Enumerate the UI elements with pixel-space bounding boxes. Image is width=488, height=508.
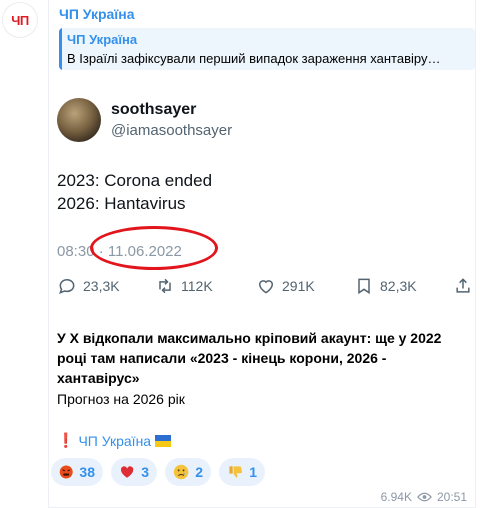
thumbs-down-icon bbox=[229, 466, 243, 478]
reply-accent-bar bbox=[59, 28, 62, 70]
tweet-time: 08:30 bbox=[57, 243, 95, 260]
replies-count: 23,3K bbox=[83, 278, 120, 294]
exclamation-icon: ❗ bbox=[57, 432, 75, 448]
heart-icon bbox=[258, 280, 274, 294]
message-bubble: ЧП Україна ЧП Україна В Ізраїлі зафіксув… bbox=[48, 0, 476, 508]
tweet-text-line-1: 2023: Corona ended bbox=[57, 171, 213, 190]
reaction-count: 1 bbox=[249, 464, 257, 480]
ukraine-flag-icon bbox=[155, 434, 172, 447]
reaction-angry[interactable]: 38 bbox=[51, 458, 103, 486]
red-circle-annotation bbox=[90, 226, 218, 270]
views-count: 6.94K bbox=[380, 490, 412, 504]
tweet-likes: 291K bbox=[256, 276, 315, 296]
reaction-count: 38 bbox=[79, 464, 95, 480]
reaction-thumbs-down[interactable]: 1 bbox=[219, 458, 265, 486]
channel-signature[interactable]: ❗ ЧП Україна bbox=[57, 432, 172, 449]
channel-avatar[interactable]: ЧП bbox=[2, 2, 38, 38]
angry-face-icon bbox=[59, 465, 73, 479]
tweet-retweets: 112K bbox=[155, 276, 213, 296]
message-meta: 6.94K 20:51 bbox=[381, 490, 467, 504]
tweet-action-bar: 23,3K 112K 291K 82,3K bbox=[57, 276, 475, 298]
channel-name[interactable]: ЧП Україна bbox=[59, 6, 135, 22]
tweet-avatar bbox=[57, 98, 101, 142]
crying-face-icon bbox=[173, 464, 189, 480]
tweet-share bbox=[453, 276, 473, 296]
retweet-icon bbox=[159, 278, 171, 294]
tweet-bookmarks: 82,3K bbox=[354, 276, 417, 296]
reply-icon bbox=[59, 278, 75, 294]
reply-quote[interactable]: ЧП Україна В Ізраїлі зафіксували перший … bbox=[59, 28, 475, 70]
eye-icon bbox=[417, 492, 432, 502]
likes-count: 291K bbox=[282, 278, 315, 294]
reaction-cry[interactable]: 2 bbox=[165, 458, 211, 486]
reply-text: В Ізраїлі зафіксували перший випадок зар… bbox=[67, 51, 441, 66]
reply-title: ЧП Україна bbox=[67, 32, 138, 47]
bookmarks-count: 82,3K bbox=[380, 278, 417, 294]
signature-text[interactable]: ЧП Україна bbox=[78, 433, 151, 449]
reaction-count: 2 bbox=[195, 464, 203, 480]
reaction-count: 3 bbox=[141, 464, 149, 480]
reaction-heart[interactable]: 3 bbox=[111, 458, 157, 486]
share-icon bbox=[456, 278, 470, 293]
retweets-count: 112K bbox=[181, 278, 213, 294]
post-text: У Х відкопали максимально кріповий акаун… bbox=[57, 330, 442, 386]
post-subtext: Прогноз на 2026 рік bbox=[57, 391, 185, 407]
red-heart-icon bbox=[120, 466, 134, 478]
tweet-replies: 23,3K bbox=[57, 276, 120, 296]
bookmark-icon bbox=[358, 278, 370, 295]
tweet-author-name: soothsayer bbox=[111, 101, 197, 118]
tweet-author-handle: @iamasoothsayer bbox=[111, 122, 233, 139]
message-time: 20:51 bbox=[436, 490, 467, 504]
tweet-text-line-2: 2026: Hantavirus bbox=[57, 194, 186, 213]
